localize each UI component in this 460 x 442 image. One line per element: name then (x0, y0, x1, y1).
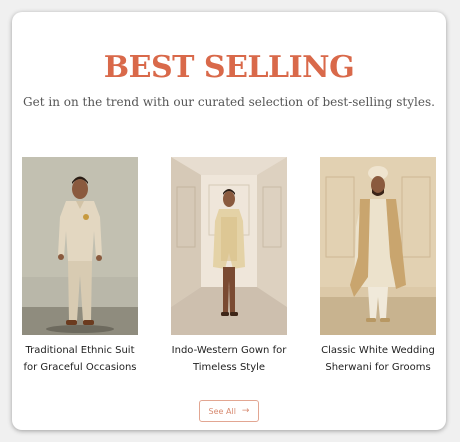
arrow-right-icon: → (241, 405, 250, 416)
product-image[interactable] (171, 157, 287, 335)
product-name-line-2: for Graceful Occasions (23, 362, 137, 373)
best-selling-section: BEST SELLING Get in on the trend with ou… (12, 12, 446, 430)
man-in-ivory-suit-illustration (22, 157, 138, 335)
product-name-line-1: Traditional Ethnic Suit (25, 345, 135, 356)
product-name[interactable]: Traditional Ethnic Suit for Graceful Occ… (12, 342, 155, 376)
groom-in-white-sherwani-illustration (320, 157, 436, 335)
product-card-classic-white-wedding-sherwani[interactable]: Classic White Wedding Sherwani for Groom… (320, 157, 436, 376)
product-name[interactable]: Indo-Western Gown for Timeless Style (154, 342, 304, 376)
product-name-line-1: Indo-Western Gown for (171, 345, 287, 356)
see-all-button[interactable]: See All → (199, 400, 259, 422)
product-name-line-1: Classic White Wedding (321, 345, 435, 356)
see-all-label: See All (208, 406, 236, 416)
product-image[interactable] (22, 157, 138, 335)
section-title: BEST SELLING (103, 50, 355, 85)
man-in-indo-western-gown-illustration (171, 157, 287, 335)
section-subtitle: Get in on the trend with our curated sel… (23, 95, 435, 109)
product-name[interactable]: Classic White Wedding Sherwani for Groom… (303, 342, 446, 376)
product-image[interactable] (320, 157, 436, 335)
product-name-line-2: Timeless Style (192, 362, 266, 373)
product-card-traditional-ethnic-suit[interactable]: Traditional Ethnic Suit for Graceful Occ… (22, 157, 138, 376)
product-name-line-2: Sherwani for Grooms (325, 362, 431, 373)
product-card-indo-western-gown[interactable]: Indo-Western Gown for Timeless Style (171, 157, 287, 376)
